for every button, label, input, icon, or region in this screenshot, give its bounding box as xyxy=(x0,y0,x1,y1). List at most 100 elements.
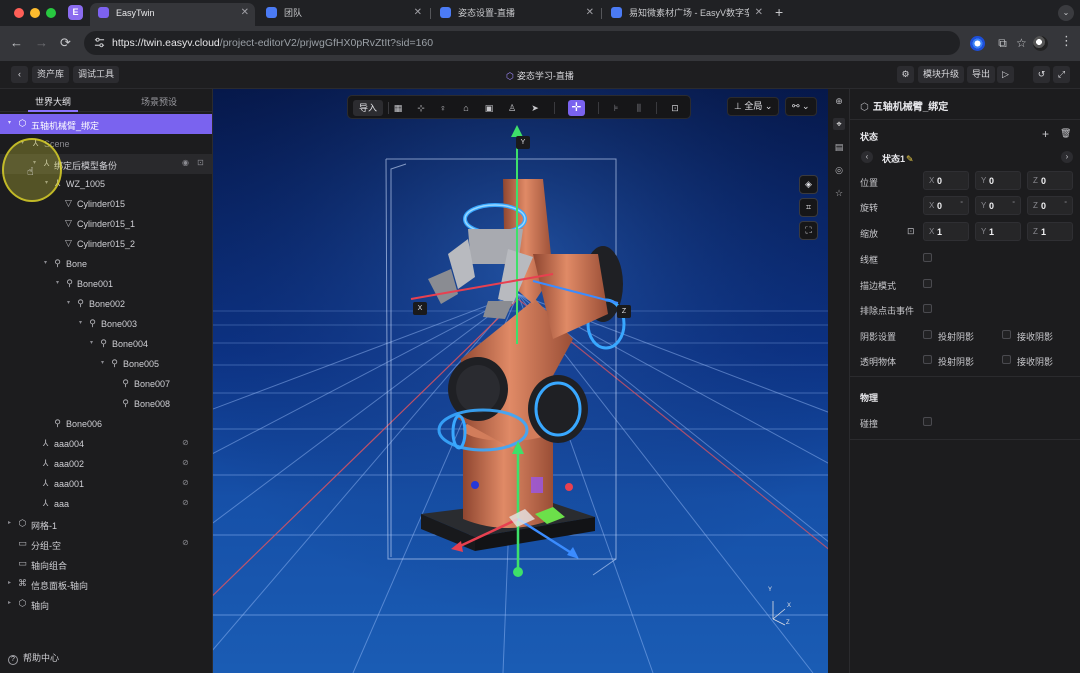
lock-icon[interactable]: ⊡ xyxy=(669,102,681,114)
tree-item-bone[interactable]: ▾ ⚲ Bone xyxy=(0,254,212,274)
expand-arrow-icon[interactable]: ▾ xyxy=(67,299,70,306)
hidden-eye-icon[interactable]: ⊘ xyxy=(182,478,189,487)
bookmark-star-icon[interactable]: ☆ xyxy=(1016,36,1027,50)
collapse-arrow-icon[interactable]: ▸ xyxy=(8,519,11,526)
state-name[interactable]: 状态1✎ xyxy=(882,152,914,165)
prev-state-chevron-icon[interactable]: ‹ xyxy=(861,151,873,163)
rotation-y-field[interactable]: Y 0 ° xyxy=(975,196,1021,215)
tab-close-icon[interactable]: ✕ xyxy=(586,3,594,23)
help-center-link[interactable]: ? 帮助中心 xyxy=(8,651,59,665)
hidden-eye-icon[interactable]: ⊘ xyxy=(182,538,189,547)
visibility-eye-icon[interactable]: ◉ xyxy=(182,158,189,167)
tab-close-icon[interactable]: ✕ xyxy=(755,3,763,23)
scale-x-field[interactable]: X1 xyxy=(923,222,969,241)
tab-close-icon[interactable]: ✕ xyxy=(241,3,249,23)
reload-icon[interactable]: ⟳ xyxy=(60,35,71,51)
lock-icon[interactable]: ⊡ xyxy=(197,158,204,167)
scene-viewport[interactable]: Y X Z Y X Z 导入 ▦ ⊹ ♀ ⌂ ▣ ♙ ➤ ✛ ⊧ ⫼ ⊡ ⊥ 全… xyxy=(213,89,828,673)
focus-frame-icon[interactable]: ⌗ xyxy=(799,198,818,217)
path-send-icon[interactable]: ➤ xyxy=(529,102,541,114)
address-bar[interactable]: https://twin.easyv.cloud/project-editorV… xyxy=(84,31,1027,55)
tab-search-chevron-icon[interactable]: ⌄ xyxy=(1058,5,1074,21)
document-icon[interactable]: ▤ xyxy=(833,141,845,153)
position-x-field[interactable]: X0 xyxy=(923,171,969,190)
tree-item-aaa[interactable]: ⅄ aaa ⊘ xyxy=(0,494,212,514)
outline-mode-checkbox[interactable] xyxy=(923,279,932,288)
tree-item-cylinder015-2[interactable]: ▽ Cylinder015_2 xyxy=(0,234,212,254)
position-z-field[interactable]: Z0 xyxy=(1027,171,1073,190)
scale-y-field[interactable]: Y1 xyxy=(975,222,1021,241)
collision-checkbox[interactable] xyxy=(923,417,932,426)
tab-close-icon[interactable]: ✕ xyxy=(414,3,422,23)
back-arrow-icon[interactable]: ← xyxy=(10,35,23,50)
transparent-receive-shadow-checkbox[interactable] xyxy=(1002,355,1011,364)
module-upgrade-button[interactable]: 模块升级 xyxy=(918,66,965,83)
tab-world-outline[interactable]: 世界大纲 xyxy=(0,95,106,108)
tree-item-bone005[interactable]: ▾ ⚲ Bone005 xyxy=(0,354,212,374)
tab-scene-presets[interactable]: 场景预设 xyxy=(106,95,212,108)
edit-pencil-icon[interactable]: ✎ xyxy=(906,154,914,164)
hidden-eye-icon[interactable]: ⊘ xyxy=(182,438,189,447)
tree-item-axis-combo[interactable]: ▭ 轴向组合 xyxy=(0,554,212,574)
person-icon[interactable]: ♙ xyxy=(506,102,518,114)
tree-item-bone003[interactable]: ▾ ⚲ Bone003 xyxy=(0,314,212,334)
tree-item-cylinder015-1[interactable]: ▽ Cylinder015_1 xyxy=(0,214,212,234)
expand-arrow-icon[interactable]: ▾ xyxy=(101,359,104,366)
forward-arrow-icon[interactable]: → xyxy=(35,35,48,50)
tree-item-bone006[interactable]: ⚲ Bone006 xyxy=(0,414,212,434)
browser-menu-icon[interactable]: ⋮ xyxy=(1060,33,1073,49)
browser-tab-team[interactable]: 团队 ✕ xyxy=(258,3,428,26)
align-left-icon[interactable]: ⊧ xyxy=(610,102,622,114)
transform-icon[interactable]: ⌖ xyxy=(833,118,845,130)
tree-item-aaa002[interactable]: ⅄ aaa002 ⊘ xyxy=(0,454,212,474)
tree-item-axis[interactable]: ▸ ⬡ 轴向 xyxy=(0,594,212,614)
browser-tab-easytwin[interactable]: EasyTwin ✕ xyxy=(90,3,255,26)
profile-avatar[interactable] xyxy=(1033,36,1048,51)
window-close-button[interactable] xyxy=(14,8,24,18)
collapse-arrow-icon[interactable]: ▸ xyxy=(8,579,11,586)
tree-item-aaa004[interactable]: ⅄ aaa004 ⊘ xyxy=(0,434,212,454)
expand-arrow-icon[interactable]: ▾ xyxy=(44,259,47,266)
preview-play-icon[interactable]: ▷ xyxy=(997,66,1014,83)
distribute-icon[interactable]: ⫼ xyxy=(633,102,645,114)
position-y-field[interactable]: Y0 xyxy=(975,171,1021,190)
scale-z-field[interactable]: Z1 xyxy=(1027,222,1073,241)
new-tab-button[interactable]: + xyxy=(775,4,783,20)
browser-tab-pose-settings[interactable]: 姿态设置-直播 ✕ xyxy=(432,3,600,26)
move-tool-icon[interactable]: ✛ xyxy=(568,100,585,116)
extension-c-icon[interactable] xyxy=(970,36,985,51)
expand-arrow-icon[interactable]: ▾ xyxy=(8,119,11,126)
rotation-x-field[interactable]: X 0 ° xyxy=(923,196,969,215)
transparent-cast-shadow-checkbox[interactable] xyxy=(923,355,932,364)
snap-select[interactable]: ⚯ ⌄ xyxy=(785,97,817,116)
tree-item-bone008[interactable]: ⚲ Bone008 xyxy=(0,394,212,414)
globe-icon[interactable]: ⊕ xyxy=(833,95,845,107)
expand-arrow-icon[interactable]: ▾ xyxy=(79,319,82,326)
import-button[interactable]: 导入 xyxy=(353,100,384,116)
hidden-eye-icon[interactable]: ⊘ xyxy=(182,458,189,467)
add-model-icon[interactable]: ⊹ xyxy=(415,102,427,114)
hidden-eye-icon[interactable]: ⊘ xyxy=(182,498,189,507)
material-sphere-icon[interactable]: ◎ xyxy=(833,164,845,176)
rotation-z-field[interactable]: Z 0 ° xyxy=(1027,196,1073,215)
history-clock-icon[interactable]: ↺ xyxy=(1033,66,1050,83)
window-minimize-button[interactable] xyxy=(30,8,40,18)
settings-gear-icon[interactable]: ⚙ xyxy=(897,66,914,83)
tree-item-aaa001[interactable]: ⅄ aaa001 ⊘ xyxy=(0,474,212,494)
export-button[interactable]: 导出 xyxy=(967,66,996,83)
add-state-icon[interactable]: + xyxy=(1042,127,1049,141)
extension-badge-icon[interactable]: E xyxy=(68,5,83,20)
exclude-click-checkbox[interactable] xyxy=(923,304,932,313)
browser-tab-material-square[interactable]: 易知微素材广场 - EasyV数字孪 ✕ xyxy=(603,3,769,26)
layers-icon[interactable]: ◈ xyxy=(799,175,818,194)
wireframe-checkbox[interactable] xyxy=(923,253,932,262)
site-settings-icon[interactable] xyxy=(94,37,105,48)
effects-star-icon[interactable]: ☆ xyxy=(833,187,845,199)
tree-item-info-panel-axis[interactable]: ▸ ⌘ 信息面板-轴向 xyxy=(0,574,212,594)
delete-trash-icon[interactable]: 🗑 xyxy=(1060,128,1071,139)
tree-item-group-empty[interactable]: ▭ 分组-空 ⊘ xyxy=(0,534,212,554)
extensions-puzzle-icon[interactable]: ⧉ xyxy=(995,36,1010,51)
view-mode-select[interactable]: ⊥ 全局 ⌄ xyxy=(727,97,780,116)
tree-item-grid-1[interactable]: ▸ ⬡ 网格-1 xyxy=(0,514,212,534)
terrain-icon[interactable]: ⌂ xyxy=(460,102,472,114)
